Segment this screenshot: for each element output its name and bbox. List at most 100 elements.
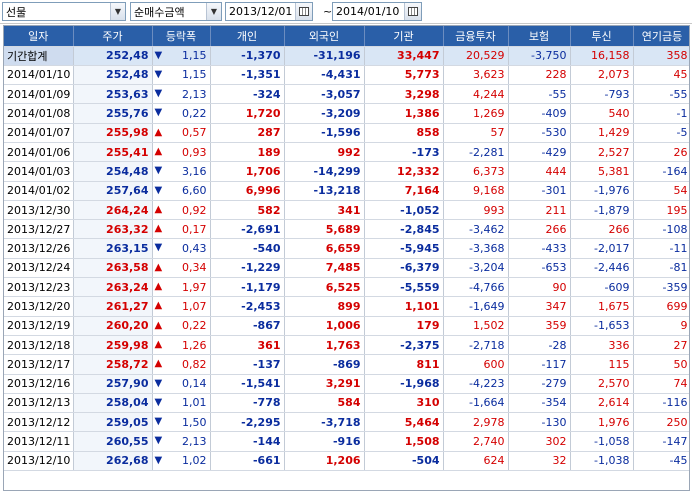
col-header-institution[interactable]: 기관 [364,26,444,47]
cell-pension: 9 [633,316,689,336]
table-row[interactable]: 2014/01/10 252,48 ▼ 1,15 -1,351 -4,431 5,773 3,… [4,65,689,86]
cell-change-value: 0,14 [182,377,207,391]
cell-date: 2014/01/10 [4,65,74,86]
cell-change: ▼ 1,15 [152,65,211,86]
table-row[interactable]: 2013/12/16 257,90 ▼ 0,14 -1,541 3,291 -1,968 -4… [4,374,689,394]
cell-institution: 1,386 [364,103,444,124]
summary-row[interactable]: 기간합계 252,48 ▼ 1,15 -1,370 -31,196 33,447 20,529… [4,46,689,66]
cell-individual: -1,229 [210,258,285,279]
cell-change-value: 1,01 [182,396,207,410]
cell-trust: 2,614 [570,393,634,414]
cell-insurance: -530 [508,123,571,143]
cell-foreign: 992 [284,142,365,163]
cell-insurance: -55 [508,84,571,105]
type-select[interactable]: 순매수금액 ▼ [130,2,222,21]
triangle-up-icon: ▲ [154,126,163,138]
table-row[interactable]: 2014/01/03 254,48 ▼ 3,16 1,706 -14,299 12,332 6… [4,161,689,182]
col-header-price[interactable]: 주가 [73,26,153,47]
cell-foreign: -869 [284,354,365,375]
table-row[interactable]: 2013/12/23 263,24 ▲ 1,97 -1,179 6,525 -5,559 -4… [4,277,689,298]
cell-date: 2013/12/17 [4,354,74,375]
cell-change-value: 0,43 [182,242,207,256]
table-row[interactable]: 2014/01/02 257,64 ▼ 6,60 6,996 -13,218 7,164 9,… [4,181,689,201]
triangle-down-icon: ▼ [154,242,163,254]
table-row[interactable]: 2013/12/24 263,58 ▲ 0,34 -1,229 7,485 -6,379 -3… [4,258,689,279]
date-from-input[interactable]: 2013/12/01 [225,2,313,21]
cell-change: ▲ 1,26 [152,335,211,356]
triangle-down-icon: ▼ [154,416,163,428]
cell-institution: 1,101 [364,296,444,317]
cell-date: 2013/12/24 [4,258,74,279]
cell-change: ▼ 1,50 [152,412,211,433]
cell-insurance: -433 [508,238,571,259]
cell-trust: 266 [570,219,634,240]
cell-financial: -2,718 [443,335,509,356]
cell-institution: 811 [364,354,444,375]
table-row[interactable]: 2013/12/13 258,04 ▼ 1,01 -778 584 310 -1,664 -35… [4,393,689,414]
cell-institution: 33,447 [364,46,444,66]
cell-pension: 250 [633,412,689,433]
cell-institution: 3,298 [364,84,444,105]
table-row[interactable]: 2013/12/20 261,27 ▲ 1,07 -2,453 899 1,101 -1,64… [4,296,689,317]
cell-institution: -1,052 [364,200,444,221]
cell-change: ▲ 1,97 [152,277,211,298]
table-row[interactable]: 2013/12/19 260,20 ▲ 0,22 -867 1,006 179 1,502 35… [4,316,689,336]
cell-price: 260,55 [73,431,153,452]
cell-change: ▲ 0,82 [152,354,211,375]
cell-change: ▼ 0,14 [152,374,211,394]
cell-trust: -1,976 [570,181,634,201]
cell-pension: -108 [633,219,689,240]
chevron-down-icon[interactable]: ▼ [206,3,221,20]
cell-institution: -2,375 [364,335,444,356]
cell-foreign: 7,485 [284,258,365,279]
cell-trust: 1,675 [570,296,634,317]
col-header-pension[interactable]: 연기금등 [633,26,689,47]
col-header-trust[interactable]: 투신 [570,26,634,47]
cell-insurance: 228 [508,65,571,86]
investor-trading-grid[interactable]: 일자 주가 등락폭 개인 외국인 기관 금융투자 보험 투신 연기금등 기간합계… [3,25,690,491]
col-header-financial[interactable]: 금융투자 [443,26,509,47]
cell-date: 2013/12/12 [4,412,74,433]
market-select[interactable]: 선물 ▼ [2,2,126,21]
cell-change-value: 0,34 [182,261,207,275]
col-header-individual[interactable]: 개인 [210,26,285,47]
cell-change: ▼ 1,15 [152,46,211,66]
table-row[interactable]: 2013/12/30 264,24 ▲ 0,92 582 341 -1,052 993 211-… [4,200,689,221]
cell-insurance: -279 [508,374,571,394]
cell-change: ▼ 2,13 [152,84,211,105]
cell-pension: -1 [633,103,689,124]
cell-insurance: -28 [508,335,571,356]
cell-individual: -1,541 [210,374,285,394]
cell-change-value: 0,92 [182,203,207,217]
table-row[interactable]: 2013/12/26 263,15 ▼ 0,43 -540 6,659 -5,945 -3,3… [4,238,689,259]
table-row[interactable]: 2014/01/09 253,63 ▼ 2,13 -324 -3,057 3,298 4,24… [4,84,689,105]
table-row[interactable]: 2013/12/11 260,55 ▼ 2,13 -144 -916 1,508 2,740 3… [4,431,689,452]
table-row[interactable]: 2014/01/06 255,41 ▲ 0,93 189 992 -173 -2,281 -42… [4,142,689,163]
col-header-foreign[interactable]: 외국인 [284,26,365,47]
cell-trust: -1,058 [570,431,634,452]
cell-insurance: 266 [508,219,571,240]
chevron-down-icon[interactable]: ▼ [110,3,125,20]
calendar-icon[interactable] [295,3,312,20]
cell-institution: 1,508 [364,431,444,452]
cell-institution: 179 [364,316,444,336]
calendar-icon[interactable] [404,3,421,20]
table-row[interactable]: 2014/01/08 255,76 ▼ 0,22 1,720 -3,209 1,386 1,2… [4,103,689,124]
header-row: 일자 주가 등락폭 개인 외국인 기관 금융투자 보험 투신 연기금등 [4,26,689,47]
table-row[interactable]: 2013/12/27 263,32 ▲ 0,17 -2,691 5,689 -2,845 -3… [4,219,689,240]
col-header-insurance[interactable]: 보험 [508,26,571,47]
table-row[interactable]: 2013/12/17 258,72 ▲ 0,82 -137 -869 811 600 -117 1… [4,354,689,375]
cell-date: 2014/01/02 [4,181,74,201]
table-row[interactable]: 2013/12/10 262,68 ▼ 1,02 -661 1,206 -504 624 32-… [4,451,689,472]
cell-individual: -1,370 [210,46,285,66]
col-header-change[interactable]: 등락폭 [152,26,211,47]
date-to-input[interactable]: 2014/01/10 [332,2,422,21]
cell-change-value: 1,15 [182,68,207,82]
cell-financial: 600 [443,354,509,375]
table-row[interactable]: 2013/12/18 259,98 ▲ 1,26 361 1,763 -2,375 -2,71… [4,335,689,356]
cell-price: 252,48 [73,65,153,86]
col-header-date[interactable]: 일자 [4,26,74,47]
cell-change: ▼ 1,01 [152,393,211,414]
table-row[interactable]: 2014/01/07 255,98 ▲ 0,57 287 -1,596 858 57 -530 1… [4,123,689,143]
table-row[interactable]: 2013/12/12 259,05 ▼ 1,50 -2,295 -3,718 5,464 2,… [4,412,689,433]
